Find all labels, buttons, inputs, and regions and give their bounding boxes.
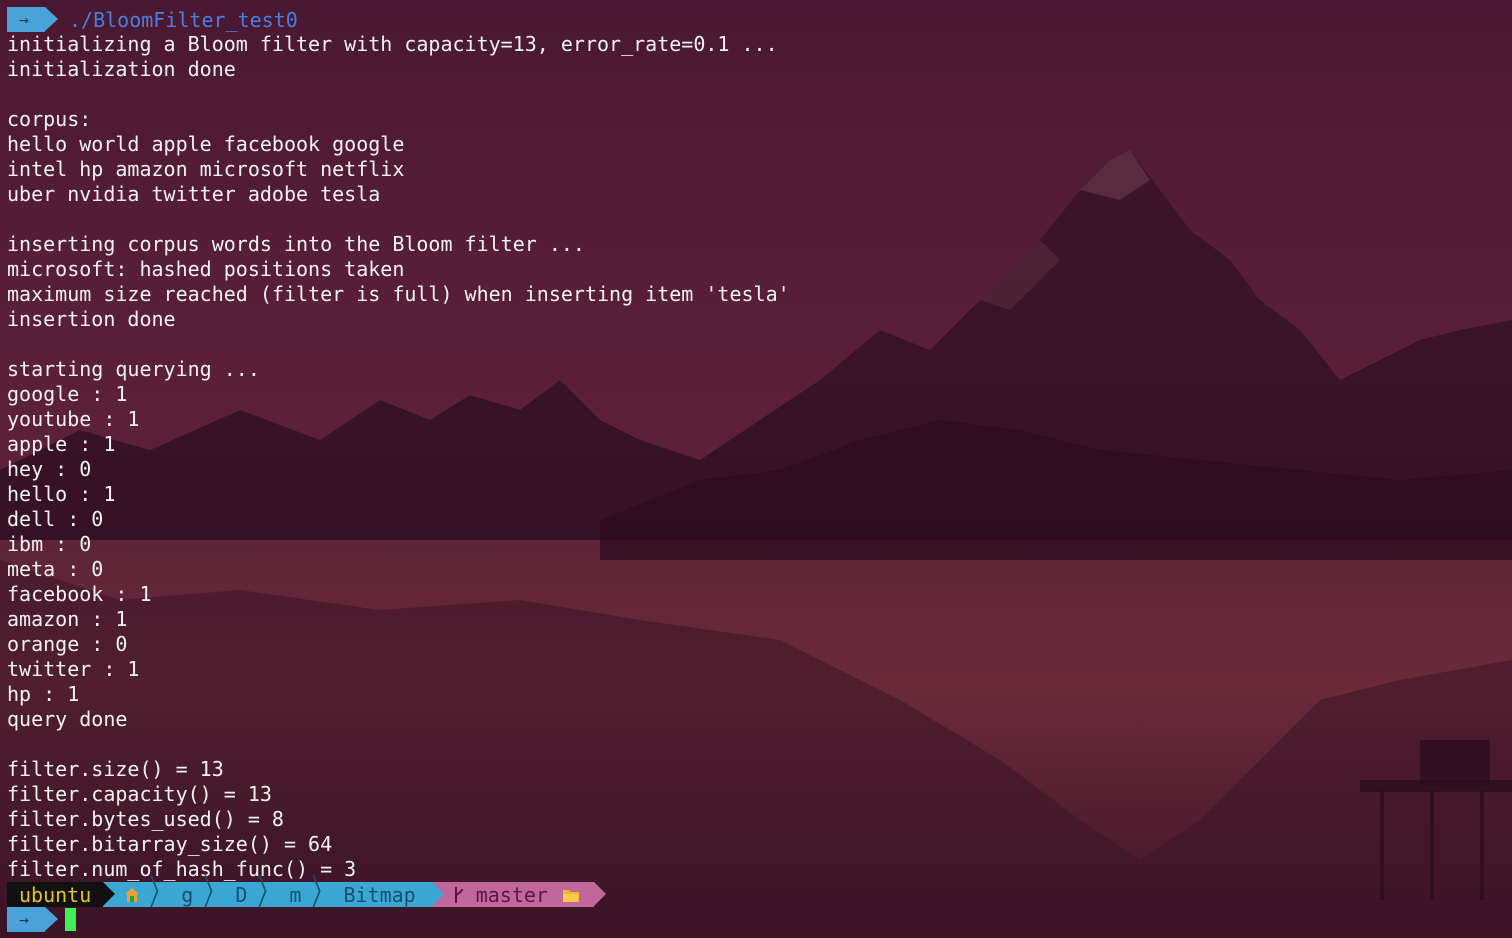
output-line: orange : 0 (7, 632, 128, 656)
output-line: initialization done (7, 57, 236, 81)
output-line: microsoft: hashed positions taken (7, 257, 405, 281)
terminal-window[interactable]: → ./BloomFilter_test0 initializing a Blo… (7, 7, 1507, 932)
path-separator-icon: 〉 (257, 873, 280, 914)
text-cursor[interactable] (65, 908, 76, 931)
git-branch-icon (454, 886, 463, 903)
output-line: query done (7, 707, 128, 731)
output-line: uber nvidia twitter adobe tesla (7, 182, 381, 206)
output-line: hello world apple facebook google (7, 132, 405, 156)
prompt-arrow-icon: → (7, 7, 58, 32)
active-prompt-line[interactable]: → (7, 907, 1507, 932)
output-line: amazon : 1 (7, 607, 128, 631)
output-line: corpus: (7, 107, 92, 131)
output-line: filter.bytes_used() = 8 (7, 807, 284, 831)
username: ubuntu (19, 882, 92, 907)
output-line: hp : 1 (7, 682, 80, 706)
executed-command: ./BloomFilter_test0 (69, 7, 298, 32)
path-separator-icon: 〉 (149, 873, 172, 914)
path-item: g (181, 882, 194, 907)
folder-icon (562, 889, 579, 902)
output-line: ibm : 0 (7, 532, 92, 556)
powerline-status-bar: ubuntu 〉 g 〉 D 〉 m 〉 Bitmap master (7, 876, 1507, 911)
command-prompt-line: → ./BloomFilter_test0 (7, 7, 1507, 32)
output-line: meta : 0 (7, 557, 104, 581)
output-line: maximum size reached (filter is full) wh… (7, 282, 790, 306)
output-line: youtube : 1 (7, 407, 140, 431)
path-separator-icon: 〉 (311, 873, 334, 914)
output-line: insertion done (7, 307, 176, 331)
output-line: intel hp amazon microsoft netflix (7, 157, 405, 181)
output-line: inserting corpus words into the Bloom fi… (7, 232, 585, 256)
output-line: hello : 1 (7, 482, 116, 506)
output-line: apple : 1 (7, 432, 116, 456)
prompt-arrow-icon: → (7, 907, 58, 932)
output-line: filter.capacity() = 13 (7, 782, 272, 806)
output-line: facebook : 1 (7, 582, 152, 606)
path-item: D (235, 882, 248, 907)
git-branch-name: master (475, 882, 548, 907)
terminal-output: initializing a Bloom filter with capacit… (7, 32, 1507, 882)
output-line: filter.size() = 13 (7, 757, 224, 781)
git-segment: master (431, 882, 607, 907)
output-line: filter.num_of_hash_func() = 3 (7, 857, 357, 881)
path-segment: 〉 g 〉 D 〉 m 〉 Bitmap (103, 876, 445, 911)
output-line: filter.bitarray_size() = 64 (7, 832, 333, 856)
path-item: m (289, 882, 302, 907)
output-line: twitter : 1 (7, 657, 140, 681)
output-line: google : 1 (7, 382, 128, 406)
output-line: dell : 0 (7, 507, 104, 531)
path-separator-icon: 〉 (203, 873, 226, 914)
output-line: hey : 0 (7, 457, 92, 481)
user-segment: ubuntu (7, 882, 116, 907)
output-line: initializing a Bloom filter with capacit… (7, 32, 778, 56)
path-item-current: Bitmap (343, 882, 416, 907)
output-line: starting querying ... (7, 357, 260, 381)
home-icon (125, 887, 140, 902)
